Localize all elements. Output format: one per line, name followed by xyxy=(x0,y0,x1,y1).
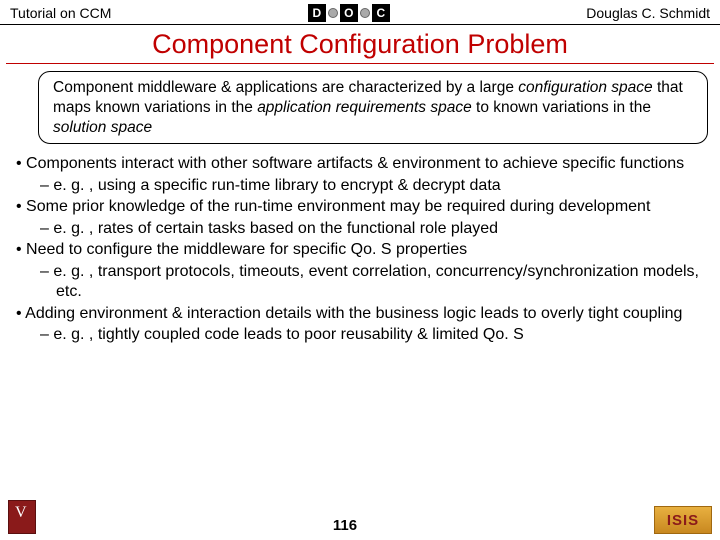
bullet-text: Need to configure the middleware for spe… xyxy=(26,241,467,258)
callout-text: Component middleware & applications are … xyxy=(53,79,518,96)
bullet-level-1: Components interact with other software … xyxy=(16,154,704,174)
callout-italic: application requirements space xyxy=(257,99,472,116)
callout-text: to known variations in the xyxy=(472,99,651,116)
logo-dot xyxy=(360,8,370,18)
page-number: 116 xyxy=(36,517,654,534)
slide-footer: 116 ISIS xyxy=(0,500,720,534)
bullet-text: Adding environment & interaction details… xyxy=(25,305,682,322)
bullet-level-1: Need to configure the middleware for spe… xyxy=(16,240,704,260)
header-right-text: Douglas C. Schmidt xyxy=(586,5,710,21)
bullet-text: e. g. , using a specific run-time librar… xyxy=(53,177,500,194)
summary-callout: Component middleware & applications are … xyxy=(38,71,708,144)
doc-group-logo: D O C xyxy=(308,4,390,22)
logo-letter-o: O xyxy=(340,4,358,22)
bullet-level-2: e. g. , rates of certain tasks based on … xyxy=(16,219,704,239)
callout-italic: configuration space xyxy=(518,79,652,96)
bullet-text: Components interact with other software … xyxy=(26,155,684,172)
bullet-text: Some prior knowledge of the run-time env… xyxy=(26,198,650,215)
logo-letter-d: D xyxy=(308,4,326,22)
bullet-level-1: Some prior knowledge of the run-time env… xyxy=(16,197,704,217)
bullet-level-1: Adding environment & interaction details… xyxy=(16,304,704,324)
bullet-level-2: e. g. , tightly coupled code leads to po… xyxy=(16,325,704,345)
isis-logo: ISIS xyxy=(654,506,712,534)
slide-header: Tutorial on CCM D O C Douglas C. Schmidt xyxy=(0,0,720,25)
callout-italic: solution space xyxy=(53,119,152,136)
bullet-list: Components interact with other software … xyxy=(0,150,720,345)
slide-title: Component Configuration Problem xyxy=(6,25,714,64)
bullet-text: e. g. , tightly coupled code leads to po… xyxy=(53,326,523,343)
bullet-text: e. g. , transport protocols, timeouts, e… xyxy=(53,263,699,300)
vanderbilt-logo xyxy=(8,500,36,534)
bullet-level-2: e. g. , transport protocols, timeouts, e… xyxy=(16,262,704,303)
header-left-text: Tutorial on CCM xyxy=(10,5,111,21)
callout-container: Component middleware & applications are … xyxy=(38,71,708,144)
bullet-level-2: e. g. , using a specific run-time librar… xyxy=(16,176,704,196)
logo-dot xyxy=(328,8,338,18)
bullet-text: e. g. , rates of certain tasks based on … xyxy=(53,220,498,237)
logo-letter-c: C xyxy=(372,4,390,22)
